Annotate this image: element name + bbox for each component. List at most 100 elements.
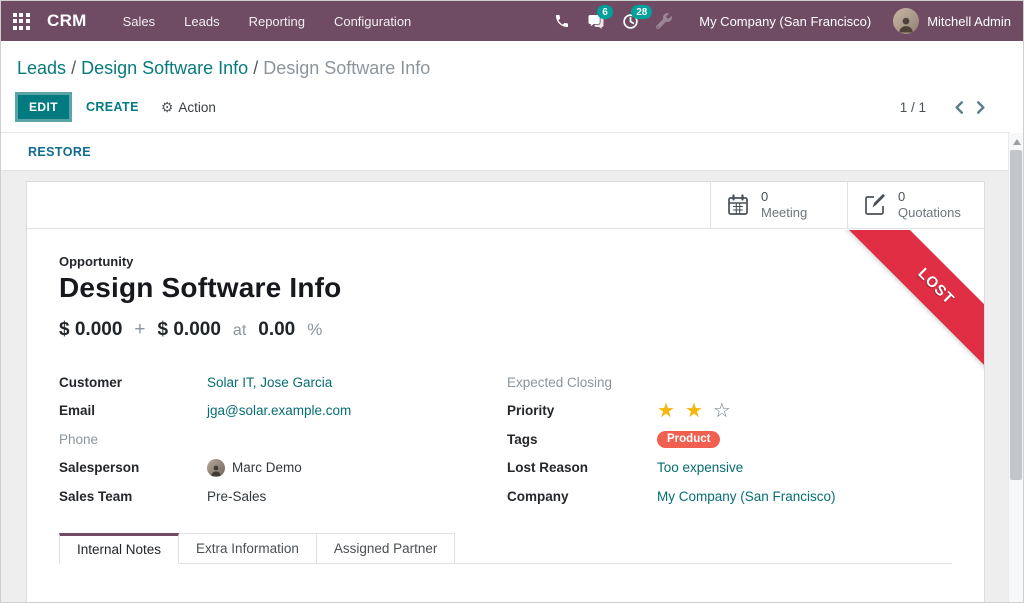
tab-extra-information[interactable]: Extra Information: [179, 533, 317, 563]
top-navbar: CRM Sales Leads Reporting Configuration …: [1, 1, 1023, 41]
expected-revenue: $ 0.000: [59, 319, 122, 341]
apps-grid-icon: [13, 13, 30, 30]
field-company: Company My Company (San Francisco): [507, 482, 836, 511]
email-label: Email: [59, 403, 207, 418]
apps-menu-button[interactable]: [1, 1, 41, 41]
action-label: Action: [178, 100, 216, 115]
tag-product: Product: [657, 431, 720, 448]
phone-label: Phone: [59, 432, 207, 447]
tags-value: Product: [657, 431, 720, 448]
customer-label: Customer: [59, 375, 207, 390]
chevron-left-icon: [954, 101, 964, 114]
lost-reason-value[interactable]: Too expensive: [657, 460, 743, 475]
lost-reason-label: Lost Reason: [507, 460, 657, 475]
scrollbar-up-arrow-icon[interactable]: [1013, 139, 1021, 145]
tab-internal-notes[interactable]: Internal Notes: [59, 533, 179, 564]
vertical-scrollbar[interactable]: [1008, 133, 1023, 603]
field-priority: Priority ★ ★ ☆: [507, 397, 836, 426]
tab-bar: Internal Notes Extra Information Assigne…: [59, 533, 952, 564]
priority-stars[interactable]: ★ ★ ☆: [657, 401, 734, 421]
field-email: Email jga@solar.example.com: [59, 397, 507, 426]
user-menu[interactable]: Mitchell Admin: [893, 8, 1011, 34]
chevron-right-icon: [976, 101, 986, 114]
breadcrumb: Leads / Design Software Info / Design So…: [1, 41, 1010, 79]
opportunity-title: Design Software Info: [59, 272, 952, 304]
form-statusbar: RESTORE: [1, 133, 1010, 171]
notebook: Internal Notes Extra Information Assigne…: [59, 533, 952, 603]
user-name: Mitchell Admin: [927, 14, 1011, 29]
plus-sign: +: [134, 319, 145, 341]
breadcrumb-leads-link[interactable]: Leads: [17, 58, 66, 78]
meeting-count: 0: [761, 189, 807, 205]
quotations-label: Quotations: [898, 205, 961, 221]
app-title: CRM: [47, 11, 87, 31]
tab-content: [59, 564, 952, 603]
star-filled-icon[interactable]: ★: [685, 401, 706, 421]
salesperson-value[interactable]: Marc Demo: [207, 459, 302, 477]
pager-counter: 1 / 1: [900, 100, 926, 115]
field-salesperson: Salesperson Marc Demo: [59, 454, 507, 483]
phone-icon: [554, 13, 570, 29]
menu-configuration[interactable]: Configuration: [334, 14, 411, 29]
star-empty-icon[interactable]: ☆: [713, 401, 734, 421]
field-customer: Customer Solar IT, Jose Garcia: [59, 368, 507, 397]
sales-team-label: Sales Team: [59, 489, 207, 504]
sales-team-value[interactable]: Pre-Sales: [207, 489, 266, 504]
percent-sign: %: [307, 320, 322, 340]
pager-next-button[interactable]: [970, 99, 992, 116]
field-sales-team: Sales Team Pre-Sales: [59, 482, 507, 511]
phone-button[interactable]: [545, 1, 579, 41]
quotations-count: 0: [898, 189, 961, 205]
menu-sales[interactable]: Sales: [123, 14, 156, 29]
breadcrumb-record-link[interactable]: Design Software Info: [81, 58, 248, 78]
form-view: 0 Meeting 0 Quotations LOST Opportunity: [1, 171, 1010, 603]
menu-reporting[interactable]: Reporting: [249, 14, 305, 29]
quotations-stat-button[interactable]: 0 Quotations: [847, 182, 984, 228]
company-switcher[interactable]: My Company (San Francisco): [699, 14, 871, 29]
meeting-stat-button[interactable]: 0 Meeting: [710, 182, 847, 228]
meeting-label: Meeting: [761, 205, 807, 221]
breadcrumb-current: Design Software Info: [263, 58, 430, 78]
revenue-line: $ 0.000 + $ 0.000 at 0.00 %: [59, 319, 952, 341]
stat-button-box: 0 Meeting 0 Quotations: [27, 182, 984, 229]
star-filled-icon[interactable]: ★: [657, 401, 678, 421]
pager-previous-button[interactable]: [948, 99, 970, 116]
salesperson-label: Salesperson: [59, 460, 207, 475]
company-value[interactable]: My Company (San Francisco): [657, 489, 836, 504]
customer-value[interactable]: Solar IT, Jose Garcia: [207, 375, 332, 390]
email-value[interactable]: jga@solar.example.com: [207, 403, 351, 418]
crm-window: CRM Sales Leads Reporting Configuration …: [0, 0, 1024, 603]
tab-assigned-partner[interactable]: Assigned Partner: [317, 533, 456, 563]
messages-button[interactable]: 6: [579, 1, 613, 41]
control-panel: Leads / Design Software Info / Design So…: [1, 41, 1010, 133]
field-grid: Customer Solar IT, Jose Garcia Email jga…: [59, 368, 952, 511]
field-tags: Tags Product: [507, 425, 836, 454]
menu-leads[interactable]: Leads: [184, 14, 219, 29]
activities-button[interactable]: 28: [613, 1, 647, 41]
debug-button[interactable]: [647, 1, 681, 41]
quotation-pencil-icon: [863, 193, 887, 217]
salesperson-name: Marc Demo: [232, 460, 302, 475]
restore-button[interactable]: RESTORE: [28, 145, 91, 159]
messages-count-badge: 6: [597, 5, 613, 19]
priority-label: Priority: [507, 403, 657, 418]
create-button[interactable]: CREATE: [86, 100, 139, 114]
recurring-revenue: $ 0.000: [158, 319, 221, 341]
probability-value: 0.00: [258, 319, 295, 341]
form-sheet: 0 Meeting 0 Quotations LOST Opportunity: [26, 181, 985, 603]
field-phone: Phone: [59, 425, 507, 454]
at-label: at: [233, 322, 246, 340]
gear-icon: ⚙: [161, 99, 174, 116]
record-type-label: Opportunity: [59, 254, 952, 269]
company-label: Company: [507, 489, 657, 504]
wrench-icon: [656, 13, 672, 29]
action-menu-button[interactable]: ⚙ Action: [161, 99, 216, 116]
calendar-icon: [726, 193, 750, 217]
tags-label: Tags: [507, 432, 657, 447]
field-expected-closing: Expected Closing: [507, 368, 836, 397]
edit-button[interactable]: EDIT: [15, 92, 72, 122]
expected-closing-label: Expected Closing: [507, 375, 657, 390]
scrollbar-thumb[interactable]: [1010, 150, 1022, 480]
field-lost-reason: Lost Reason Too expensive: [507, 454, 836, 483]
user-avatar: [893, 8, 919, 34]
